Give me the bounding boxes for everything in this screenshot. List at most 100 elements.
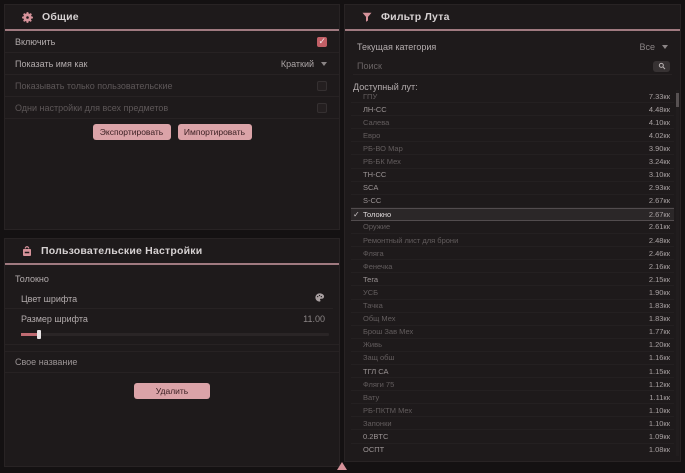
loot-item-name: Живь [363,340,382,349]
loot-item-name: S-CC [363,196,381,205]
loot-list-item[interactable]: ✓ ТН-СС 3.10кк [351,169,674,182]
check-icon: ✓ [353,210,360,219]
slider-handle[interactable] [37,330,41,339]
loot-item-value: 1.12кк [649,380,670,389]
loot-list-item[interactable]: ✓ УСБ 1.90кк [351,286,674,299]
user-settings-header: Пользовательские Настройки [5,239,339,263]
enable-row: Включить [5,31,339,53]
loot-item-name: РБ-ВО Мар [363,144,403,153]
funnel-icon [361,11,373,23]
only-custom-checkbox[interactable] [317,81,327,91]
gear-icon [21,11,34,24]
loot-item-value: 2.61кк [649,222,670,231]
loot-item-name: ОСПТ [363,445,384,454]
font-color-row[interactable]: Цвет шрифта [5,289,333,309]
loot-item-name: Ремонтный лист для брони [363,236,458,245]
loot-item-name: Вату [363,393,379,402]
import-button[interactable]: Импортировать [178,124,252,140]
loot-list-item[interactable]: ✓ ОСПТ 1.08кк [351,444,674,456]
loot-item-value: 1.10кк [649,419,670,428]
loot-item-value: 4.02кк [649,131,670,140]
category-dropdown[interactable]: Все [639,42,668,52]
font-size-label: Размер шрифта [21,314,88,324]
loot-list-item[interactable]: ✓ Оружие 2.61кк [351,221,674,234]
palette-icon[interactable] [314,290,325,308]
loot-item-value: 1.08кк [649,445,670,454]
loot-list-item[interactable]: ✓ Тачка 1.83кк [351,300,674,313]
loot-item-name: Защ обш [363,353,394,362]
only-custom-label: Показывать только пользовательские [15,81,173,91]
export-button[interactable]: Экспортировать [93,124,171,140]
general-panel-header: Общие [5,5,339,29]
loot-item-value: 2.93кк [649,183,670,192]
loot-list-item[interactable]: ✓ ГПУ 7.33кк [351,90,674,103]
enable-checkbox[interactable] [317,37,327,47]
loot-list-item[interactable]: ✓ ЛН-СС 4.48кк [351,103,674,116]
custom-name-input[interactable] [5,352,339,372]
loot-item-value: 1.83кк [649,314,670,323]
loot-list-item[interactable]: ✓ РБ-ВО Мар 3.90кк [351,142,674,155]
loot-list-item[interactable]: ✓ Общ Мех 1.83кк [351,313,674,326]
loot-item-value: 2.16кк [649,262,670,271]
backpack-icon [21,245,33,257]
same-settings-label: Одни настройки для всех предметов [15,103,168,113]
loot-item-name: Общ Мех [363,314,395,323]
loot-list-item[interactable]: ✓ Толокно 2.67кк [351,208,674,221]
loot-item-name: Брош Зав Мех [363,327,413,336]
loot-list-item[interactable]: ✓ Брош Зав Мех 1.77кк [351,326,674,339]
loot-filter-panel: Фильтр Лута Текущая категория Все Доступ… [344,4,681,462]
loot-list-item[interactable]: ✓ Фенечка 2.16кк [351,260,674,273]
loot-list-item[interactable]: ✓ Ремонтный лист для брони 2.48кк [351,234,674,247]
delete-button[interactable]: Удалить [134,383,210,399]
loot-list-item[interactable]: ✓ РБ-ПКТМ Мех 1.10кк [351,404,674,417]
loot-list-item[interactable]: ✓ Тега 2.15кк [351,273,674,286]
loot-list-item[interactable]: ✓ Салева 4.10кк [351,116,674,129]
category-label: Текущая категория [357,42,436,52]
up-arrow-icon[interactable] [337,462,347,470]
loot-list-item[interactable]: ✓ S-CC 2.67кк [351,195,674,208]
loot-item-value: 4.48кк [649,105,670,114]
loot-item-value: 1.09кк [649,432,670,441]
loot-item-name: Салева [363,118,389,127]
loot-item-name: ТГЛ СА [363,367,388,376]
loot-item-name: Евро [363,131,380,140]
loot-item-name: Фенечка [363,262,392,271]
loot-list-item[interactable]: ✓ Вату 1.11кк [351,391,674,404]
loot-item-name: РБ-БК Мех [363,157,401,166]
font-size-row: Размер шрифта 11.00 [5,309,333,329]
loot-item-name: ЛН-СС [363,105,387,114]
search-row [353,58,672,75]
loot-list-item[interactable]: ✓ Фляга 2.46кк [351,247,674,260]
loot-item-name: Фляги 75 [363,380,394,389]
loot-item-name: SCA [363,183,378,192]
loot-list-item[interactable]: ✓ Запонки 1.10кк [351,417,674,430]
user-settings-title: Пользовательские Настройки [41,245,202,257]
loot-list-item[interactable]: ✓ SCA 2.93кк [351,182,674,195]
loot-item-name: ТН-СС [363,170,386,179]
loot-item-value: 1.10кк [649,406,670,415]
loot-item-name: Тега [363,275,378,284]
loot-filter-header: Фильтр Лута [345,5,680,29]
scrollbar-thumb[interactable] [676,93,679,107]
search-input[interactable] [353,61,653,71]
export-import-buttons: Экспортировать Импортировать [5,124,339,140]
loot-item-name: Запонки [363,419,392,428]
mod-settings-screen: Общие Включить Показать имя как Краткий … [0,0,685,473]
enable-label: Включить [15,37,55,47]
loot-list-item[interactable]: ✓ 0.2BTC 1.09кк [351,430,674,443]
loot-list-item[interactable]: ✓ РБ-БК Мех 3.24кк [351,155,674,168]
same-settings-checkbox[interactable] [317,103,327,113]
loot-list-item[interactable]: ✓ Фляги 75 1.12кк [351,378,674,391]
loot-list-item[interactable]: ✓ Евро 4.02кк [351,129,674,142]
loot-item-value: 1.16кк [649,353,670,362]
name-mode-row: Показать имя как Краткий [5,53,339,75]
font-size-slider[interactable] [21,333,329,336]
name-mode-dropdown[interactable]: Краткий [281,59,327,69]
chevron-down-icon [662,45,668,49]
loot-list-item[interactable]: ✓ Защ обш 1.16кк [351,352,674,365]
loot-list-item[interactable]: ✓ ТГЛ СА 1.15кк [351,365,674,378]
loot-list-item[interactable]: ✓ Живь 1.20кк [351,339,674,352]
loot-list: ✓ ГПУ 7.33кк ✓ ЛН-СС 4.48кк ✓ Салева 4.1… [351,90,674,456]
search-icon[interactable] [653,61,670,72]
name-mode-value: Краткий [281,59,314,69]
